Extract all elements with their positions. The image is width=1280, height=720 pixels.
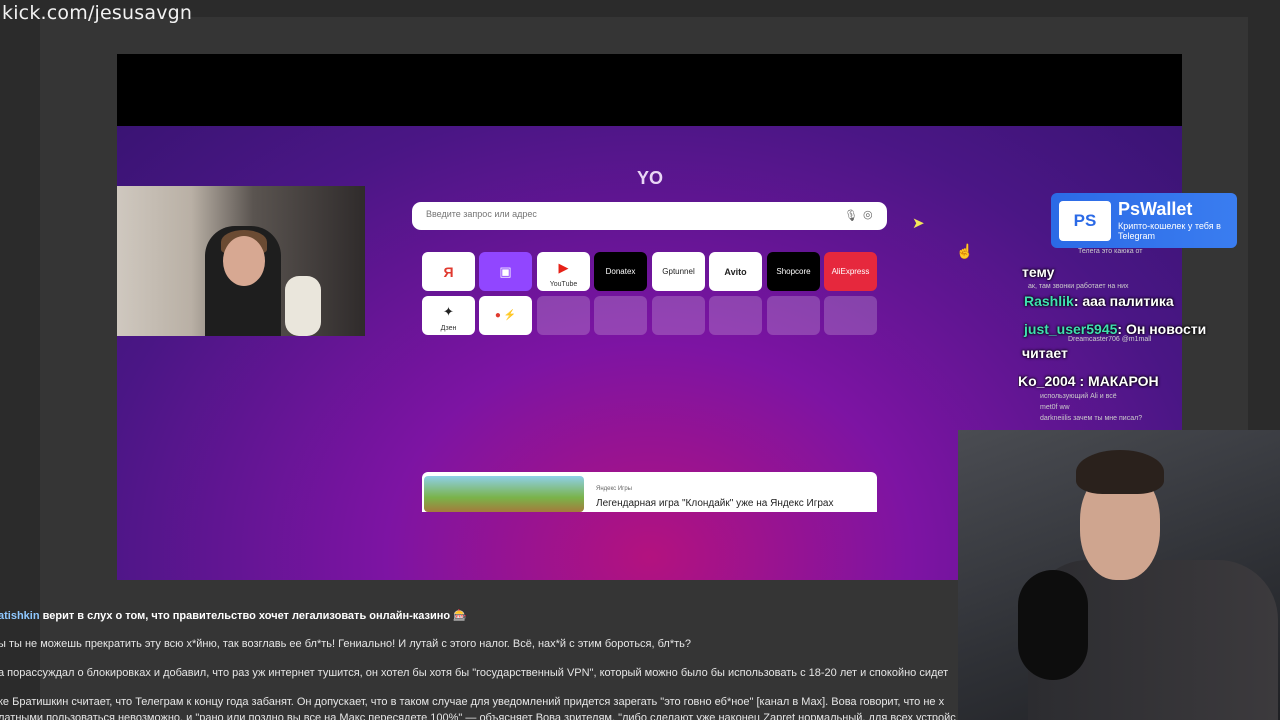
news-thumbnail [424, 476, 584, 512]
tile-empty[interactable] [824, 296, 877, 335]
chat-message: Rashlik: ааа палитика [1024, 293, 1174, 309]
chat-small-line: Телега это каюка от [1078, 248, 1143, 255]
browser-logo: YO [636, 168, 663, 188]
browser-chrome [117, 54, 1182, 126]
mouse-cursor-icon: ➤ [912, 215, 925, 232]
webcam-left [117, 186, 365, 336]
tile-youtube[interactable]: ▶ YouTube [537, 252, 590, 291]
chat-message: just_user5945: Он новости [1024, 321, 1207, 337]
feed-line: ке Братишкин считает, что Телеграм к кон… [0, 696, 945, 708]
tile-empty[interactable] [709, 296, 762, 335]
pswallet-ad[interactable]: PS PsWallet Крипто-кошелек у тебя в Tele… [1051, 193, 1237, 248]
streamer-hair [1076, 450, 1164, 494]
microphone [1018, 570, 1088, 680]
chat-message: читает [1022, 345, 1068, 361]
webcam-right [958, 430, 1280, 720]
ad-title: PsWallet [1118, 199, 1193, 219]
chat-small-line: ак, там звонки работает на них [1028, 283, 1129, 290]
chat-small-line: darkneiilis зачем ты мне писал? [1040, 415, 1143, 422]
tile-empty[interactable] [767, 296, 820, 335]
tile-empty[interactable] [594, 296, 647, 335]
tile-empty[interactable] [652, 296, 705, 335]
chat-small-line: met0f ww [1040, 404, 1070, 411]
hand-cursor-icon: ☝ [956, 243, 974, 259]
ad-tagline: Крипто-кошелек у тебя в Telegram [1118, 221, 1221, 241]
search-input[interactable] [424, 208, 828, 220]
address-search-bar[interactable]: 🎙 ◎ [412, 202, 887, 230]
feed-line: а порассуждал о блокировках и добавил, ч… [0, 667, 949, 679]
tile-aliexpress[interactable]: AliExpress [824, 252, 877, 291]
feed-line: ы ты не можешь прекратить эту всю х*йню,… [0, 638, 692, 650]
tile-twitch[interactable]: ▣ [479, 252, 532, 291]
camera-search-icon[interactable]: ◎ [863, 208, 875, 222]
tile-shopcore[interactable]: Shopcore [767, 252, 820, 291]
feed-line: латными пользоваться невозможно, и "рано… [0, 712, 956, 720]
tile-empty[interactable] [537, 296, 590, 335]
feed-line: atishkin верит в слух о том, что правите… [0, 610, 467, 622]
tile-yandex[interactable]: Я [422, 252, 475, 291]
plush-toy [285, 276, 321, 336]
chat-small-line: использующий Ali и всё [1040, 393, 1117, 400]
chat-message: Ko_2004 : МАКАРОН [1018, 373, 1159, 389]
tile-dzen[interactable]: ✦ Дзен [422, 296, 475, 335]
tile-avito[interactable]: Avito [709, 252, 762, 291]
chat-overlay: Телега это каюка от тему ак, там звонки … [1018, 242, 1238, 430]
news-feed: atishkin верит в слух о том, что правите… [0, 600, 958, 720]
news-title[interactable]: Легендарная игра "Клондайк" уже на Яндек… [596, 498, 833, 509]
tile-gptunnel[interactable]: Gptunnel [652, 252, 705, 291]
microphone-icon[interactable]: 🎙 [844, 209, 858, 222]
news-card[interactable]: Яндекс Игры Легендарная игра "Клондайк" … [422, 472, 877, 512]
channel-watermark: kick.com/jesusavgn [2, 2, 193, 24]
tile-app-group[interactable]: ● ⚡ [479, 296, 532, 335]
pswallet-logo-icon: PS [1059, 201, 1111, 241]
streamer-head [223, 236, 265, 286]
tile-donatex[interactable]: Donatex [594, 252, 647, 291]
chat-small-line: Dreamcaster706 @m1mall [1068, 336, 1152, 343]
chat-message: тему [1022, 264, 1055, 280]
news-source: Яндекс Игры [596, 486, 632, 492]
